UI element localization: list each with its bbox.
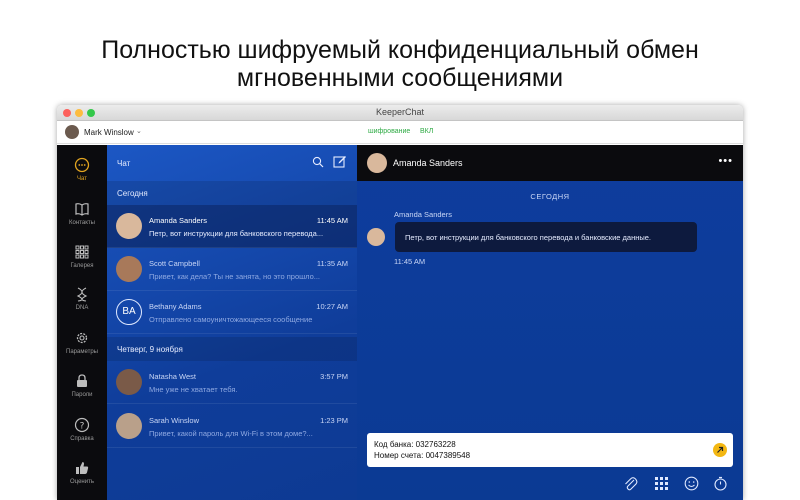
message-bubble[interactable]: Петр, вот инструкции для банковского пер…	[395, 222, 697, 252]
sidebar-item-settings[interactable]: Параметры	[57, 330, 107, 370]
composer-text-line-1: Код банка: 032763228	[374, 440, 456, 449]
sidebar-item-label: Галерея	[70, 263, 94, 269]
conversation-time: 3:57 PM	[320, 372, 348, 381]
sidebar-item-gallery[interactable]: Галерея	[57, 244, 107, 284]
conversation-time: 10:27 AM	[316, 302, 348, 311]
chat-list-panel: Чат Сегодня Amanda Sanders 11:45 AM Петр…	[107, 145, 357, 500]
title-bar[interactable]: KeeperChat	[57, 105, 743, 121]
conversation-time: 11:45 AM	[316, 216, 348, 225]
message-avatar	[367, 228, 385, 246]
app-window: KeeperChat Mark Winslow ⌄ шифрование ВКЛ…	[57, 105, 743, 500]
conversation-preview: Петр, вот инструкции для банковского пер…	[149, 229, 324, 238]
section-header-today: Сегодня	[107, 181, 357, 205]
composer-text-line-2: Номер счета: 0047389548	[374, 451, 471, 460]
sidebar-item-label: Чат	[77, 176, 87, 182]
conversation-time: 1:23 PM	[320, 416, 348, 425]
conversation-row-natasha-west[interactable]: Natasha West 3:57 PM Мне уже не хватает …	[107, 361, 357, 404]
contact-name[interactable]: Amanda Sanders	[393, 158, 463, 168]
message-text: Петр, вот инструкции для банковского пер…	[405, 233, 651, 242]
sidebar-item-rate[interactable]: Оценить	[57, 460, 107, 500]
chat-panel: Amanda Sanders ••• СЕГОДНЯ Amanda Sander…	[357, 145, 743, 500]
grid-icon[interactable]	[654, 476, 669, 491]
marketing-headline: Полностью шифруемый конфиденциальный обм…	[0, 36, 800, 92]
section-header-thursday: Четверг, 9 ноября	[107, 337, 357, 361]
search-icon[interactable]	[312, 156, 324, 168]
svg-text:?: ?	[80, 422, 85, 432]
chat-list-header: Чат	[107, 145, 357, 181]
day-separator: СЕГОДНЯ	[530, 192, 570, 201]
message-input[interactable]: Код банка: 032763228 Номер счета: 004738…	[367, 433, 733, 467]
conversation-row-sarah-winslow[interactable]: Sarah Winslow 1:23 PM Привет, какой паро…	[107, 405, 357, 448]
headline-line-1: Полностью шифруемый конфиденциальный обм…	[101, 36, 699, 64]
window-title: KeeperChat	[375, 107, 425, 117]
timer-icon[interactable]	[713, 476, 728, 491]
conversation-row-amanda-sanders[interactable]: Amanda Sanders 11:45 AM Петр, вот инстру…	[107, 205, 357, 248]
sidebar-item-label: Параметры	[66, 349, 98, 355]
dna-icon	[76, 287, 88, 302]
sidebar-item-chat[interactable]: Чат	[57, 157, 107, 197]
conversation-preview: Привет, какой пароль для Wi-Fi в этом до…	[149, 429, 313, 438]
message-time: 11:45 AM	[394, 257, 426, 266]
help-icon: ?	[74, 417, 90, 433]
chat-list-title: Чат	[117, 159, 131, 168]
sidebar-item-contacts[interactable]: Контакты	[57, 201, 107, 241]
conversation-name: Natasha West	[149, 372, 196, 381]
contact-avatar[interactable]	[367, 153, 387, 173]
user-name[interactable]: Mark Winslow	[84, 128, 134, 137]
sidebar-item-label: Оценить	[70, 479, 94, 485]
compose-icon[interactable]	[333, 154, 347, 168]
conversation-row-bethany-adams[interactable]: BA Bethany Adams 10:27 AM Отправлено сам…	[107, 291, 357, 334]
section-label: Сегодня	[117, 189, 148, 198]
sidebar-item-dna[interactable]: DNA	[57, 286, 107, 326]
gear-icon	[76, 332, 88, 344]
sidebar: Чат Контакты Галерея DNA Параметры Парол…	[57, 145, 107, 500]
conversation-name: Sarah Winslow	[149, 416, 200, 425]
thumbs-up-icon	[76, 462, 89, 474]
conversation-name: Scott Campbell	[149, 259, 200, 268]
send-arrow-icon	[717, 446, 724, 453]
avatar-initials: BA	[116, 299, 142, 325]
sticker-icon[interactable]	[684, 476, 699, 491]
sidebar-item-label: DNA	[75, 305, 89, 311]
user-avatar[interactable]	[65, 125, 79, 139]
chevron-down-icon[interactable]: ⌄	[136, 127, 142, 135]
sidebar-item-passwords[interactable]: Пароли	[57, 373, 107, 413]
attach-icon[interactable]	[623, 476, 638, 491]
user-bar: Mark Winslow ⌄ шифрование ВКЛ	[57, 122, 743, 144]
encryption-toggle[interactable]: ВКЛ	[420, 128, 433, 135]
conversation-name: Bethany Adams	[149, 302, 202, 311]
chat-header: Amanda Sanders •••	[357, 145, 743, 181]
contacts-icon	[75, 203, 89, 216]
message-sender: Amanda Sanders	[394, 210, 452, 219]
sidebar-item-label: Пароли	[71, 392, 93, 398]
sidebar-item-label: Контакты	[69, 220, 95, 226]
conversation-preview: Привет, как дела? Ты не занята, но это п…	[149, 272, 321, 281]
sidebar-item-help[interactable]: ? Справка	[57, 417, 107, 457]
avatar	[116, 256, 142, 282]
chat-icon	[74, 157, 90, 173]
avatar	[116, 413, 142, 439]
conversation-name: Amanda Sanders	[149, 216, 207, 225]
sidebar-item-label: Справка	[70, 436, 94, 442]
conversation-preview: Мне уже не хватает тебя.	[149, 385, 238, 394]
avatar	[116, 369, 142, 395]
section-label: Четверг, 9 ноября	[117, 345, 183, 354]
avatar	[116, 213, 142, 239]
send-button[interactable]	[713, 443, 727, 457]
conversation-row-scott-campbell[interactable]: Scott Campbell 11:35 AM Привет, как дела…	[107, 248, 357, 291]
lock-icon	[77, 374, 87, 387]
encryption-label: шифрование	[368, 128, 411, 135]
conversation-preview: Отправлено самоуничтожающееся сообщение	[149, 315, 313, 324]
gallery-icon	[75, 245, 89, 259]
more-options-icon[interactable]: •••	[718, 155, 733, 167]
headline-line-2: мгновенными сообщениями	[236, 64, 564, 92]
conversation-time: 11:35 AM	[316, 259, 348, 268]
